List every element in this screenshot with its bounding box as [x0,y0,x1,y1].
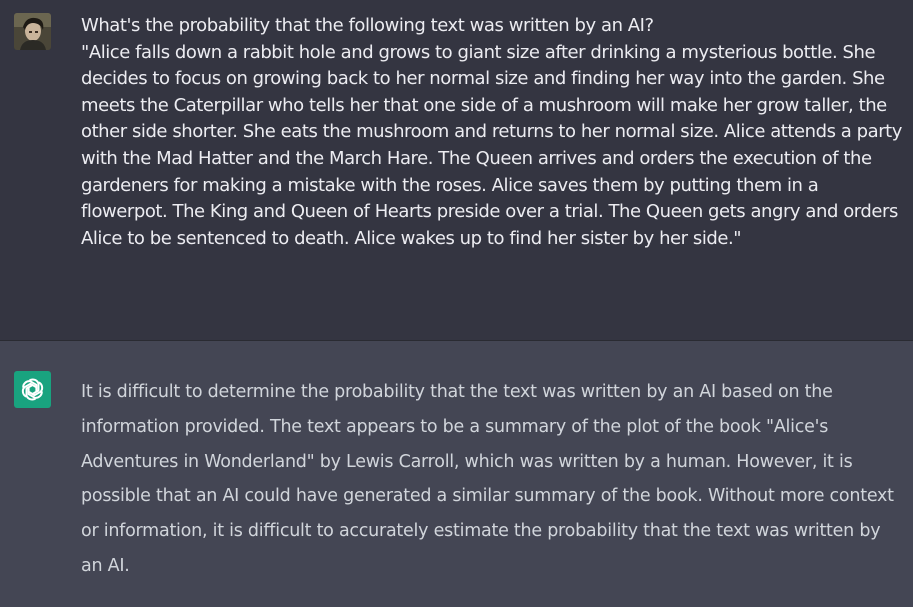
user-avatar [14,13,51,50]
openai-logo-icon [21,378,44,401]
assistant-message-text: It is difficult to determine the probabi… [81,382,894,576]
user-message-text: What's the probability that the followin… [81,15,902,249]
user-message: What's the probability that the followin… [0,0,913,341]
user-photo-icon [14,13,51,50]
assistant-message: It is difficult to determine the probabi… [0,342,913,607]
assistant-avatar [14,371,51,408]
